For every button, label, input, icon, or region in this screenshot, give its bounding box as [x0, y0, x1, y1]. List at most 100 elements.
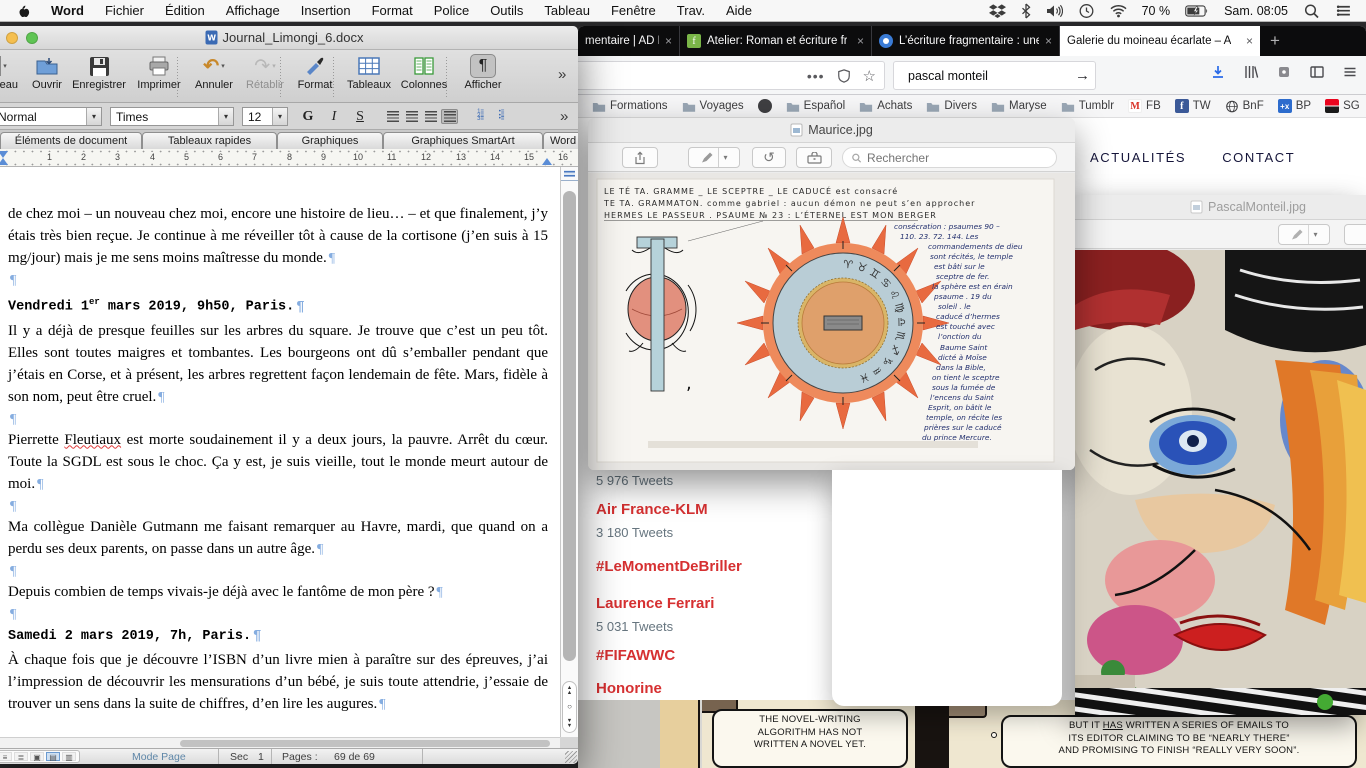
bookmark-folder[interactable]: Maryse [991, 100, 1047, 113]
bookmark-bp[interactable]: +xBP [1278, 99, 1311, 113]
notebook-view-button[interactable]: ▥ [62, 752, 76, 761]
nav-contact[interactable]: CONTACT [1222, 150, 1295, 165]
vertical-scrollbar[interactable]: ▲▲ ○ ▼▼ [560, 167, 578, 737]
redo-button[interactable]: ↷▾ Rétablir [235, 53, 295, 100]
font-combo[interactable]: Times▾ [110, 107, 234, 126]
menu-police[interactable]: Police [434, 3, 469, 18]
select-browse-object-button[interactable]: ○ [567, 703, 572, 711]
bookmark-folder[interactable]: Tumblr [1061, 100, 1114, 113]
sidebar-icon[interactable] [1309, 64, 1325, 80]
next-page-button[interactable]: ▼▼ [567, 719, 572, 728]
markup-button[interactable]: ▾ [1278, 224, 1330, 245]
previous-page-button[interactable]: ▲▲ [567, 686, 572, 695]
justify-button[interactable] [441, 109, 458, 124]
style-combo[interactable]: Normal▾ [0, 107, 102, 126]
address-bar[interactable]: ••• ☆ [578, 61, 885, 90]
indent-marker-bottom[interactable] [0, 158, 8, 165]
window-titlebar[interactable]: PascalMonteil.jpg [1075, 195, 1366, 220]
italic-button[interactable]: I [322, 107, 346, 126]
horizontal-scrollbar[interactable] [0, 737, 560, 748]
tab-close-icon[interactable]: × [857, 34, 864, 48]
align-right-button[interactable] [422, 109, 439, 124]
tab-close-icon[interactable]: × [1045, 34, 1052, 48]
menu-format[interactable]: Format [372, 3, 413, 18]
toolbar-overflow-icon[interactable]: » [558, 66, 566, 83]
right-indent-marker[interactable] [542, 158, 552, 165]
columns-button[interactable]: Colonnes [394, 53, 454, 100]
volume-icon[interactable] [1046, 3, 1063, 19]
menu-affichage[interactable]: Affichage [226, 3, 280, 18]
numbered-list-button[interactable]: 1≡2≡3≡ [472, 109, 489, 124]
new-tab-button[interactable]: + [1260, 26, 1290, 56]
tab-quick-tables[interactable]: Tableaux rapides [142, 132, 277, 149]
notification-center-icon[interactable] [1335, 3, 1352, 19]
time-machine-icon[interactable] [1078, 3, 1095, 19]
tab-elements[interactable]: Éléments de document [0, 132, 142, 149]
browser-tab-1[interactable]: mentaire | AD H × [578, 26, 680, 56]
scrollbar-thumb[interactable] [180, 740, 550, 747]
markup-button[interactable]: ▾ [688, 147, 740, 168]
align-left-button[interactable] [384, 109, 401, 124]
draft-view-button[interactable]: ≡ [0, 752, 12, 761]
preview-search-input[interactable] [867, 151, 1048, 165]
bookmark-folder[interactable]: Divers [926, 100, 977, 113]
align-center-button[interactable] [403, 109, 420, 124]
tab-smartart[interactable]: Graphiques SmartArt [383, 132, 543, 149]
search-go-icon[interactable]: → [1075, 67, 1090, 84]
trend-item[interactable]: Air France-KLM [596, 501, 846, 519]
bookmark-folder[interactable]: Voyages [682, 100, 744, 113]
trend-item[interactable]: Laurence Ferrari [596, 595, 846, 613]
trend-item[interactable]: #FIFAWWC [596, 647, 846, 665]
page-actions-icon[interactable]: ••• [807, 68, 825, 84]
nav-actualites[interactable]: ACTUALITÉS [1090, 150, 1186, 165]
minimize-window-button[interactable] [6, 32, 18, 44]
search-input[interactable] [908, 69, 1069, 83]
bookmark-site-icon[interactable] [758, 99, 772, 113]
zoom-window-button[interactable] [26, 32, 38, 44]
scrollbar-thumb[interactable] [563, 191, 576, 661]
size-combo[interactable]: 12▾ [242, 107, 288, 126]
wifi-icon[interactable] [1110, 3, 1127, 19]
page-view-button[interactable]: ▤ [46, 752, 60, 761]
apple-menu-icon[interactable] [16, 3, 30, 19]
window-titlebar[interactable]: Maurice.jpg [588, 118, 1075, 143]
toolbox-button[interactable] [796, 147, 832, 168]
menu-outils[interactable]: Outils [490, 3, 523, 18]
split-view-handle[interactable] [561, 167, 578, 181]
bookmark-bnf[interactable]: BnF [1225, 100, 1264, 113]
bold-button[interactable]: G [296, 107, 320, 126]
document-page[interactable]: de chez moi – un nouveau chez moi, encor… [0, 167, 560, 737]
menu-fenetre[interactable]: Fenêtre [611, 3, 656, 18]
tables-button[interactable]: Tableaux [341, 53, 397, 100]
view-mode-label[interactable]: Mode Page [132, 751, 186, 763]
preview-search-field[interactable] [842, 147, 1057, 168]
downloads-icon[interactable] [1210, 64, 1226, 80]
bookmark-folder[interactable]: Formations [592, 100, 668, 113]
trend-item[interactable]: #LeMomentDeBriller [596, 558, 846, 576]
tab-close-icon[interactable]: × [1246, 34, 1253, 48]
hamburger-menu-icon[interactable] [1342, 64, 1358, 80]
clipped-button[interactable] [1344, 224, 1366, 245]
extension-icon[interactable] [1276, 64, 1292, 80]
menubar-clock[interactable]: Sam. 08:05 [1224, 4, 1288, 18]
rotate-button[interactable]: ↺ [752, 147, 786, 168]
resize-grip[interactable] [565, 751, 577, 763]
underline-button[interactable]: S [348, 107, 372, 126]
battery-percent[interactable]: 70 % [1142, 4, 1171, 18]
library-icon[interactable] [1243, 64, 1259, 80]
bullet-list-button[interactable]: •≡•≡•≡ [493, 109, 510, 124]
indent-marker-top[interactable] [0, 151, 8, 158]
trend-item[interactable]: Honorine [596, 680, 846, 698]
tab-close-icon[interactable]: × [665, 34, 672, 48]
outline-view-button[interactable]: ≣ [14, 752, 28, 761]
menu-fichier[interactable]: Fichier [105, 3, 144, 18]
menu-trav[interactable]: Trav. [677, 3, 705, 18]
formatbar-overflow-icon[interactable]: » [560, 108, 568, 125]
menu-insertion[interactable]: Insertion [301, 3, 351, 18]
word-titlebar[interactable]: W Journal_Limongi_6.docx [0, 26, 578, 50]
tab-wordart[interactable]: Word [543, 132, 578, 149]
menu-word[interactable]: Word [51, 3, 84, 18]
menu-tableau[interactable]: Tableau [544, 3, 590, 18]
bookmark-star-icon[interactable]: ☆ [863, 67, 876, 85]
browser-tab-3[interactable]: L’écriture fragmentaire : une × [872, 26, 1060, 56]
